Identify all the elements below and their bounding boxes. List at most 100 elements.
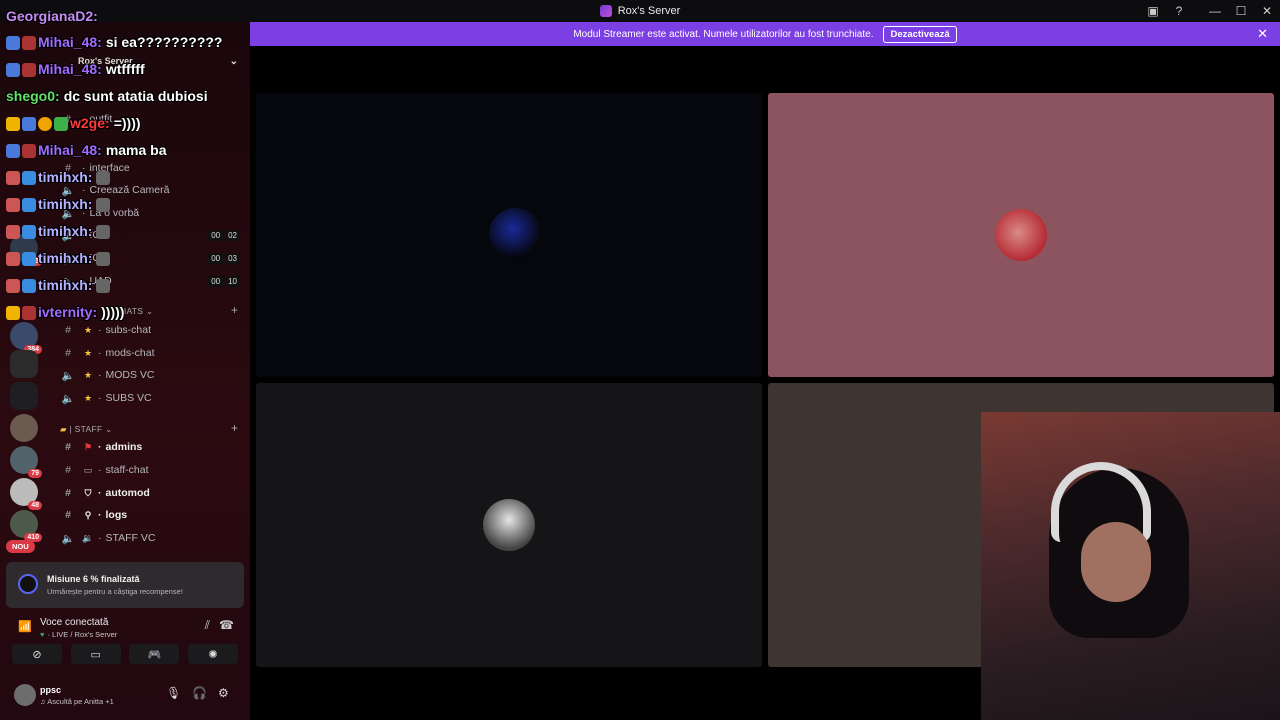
speaker-icon: 🔈 <box>61 369 75 382</box>
voice-panel: 📶 Voce conectată ♥ · LIVE / Rox's Server … <box>0 610 250 676</box>
channel-uad[interactable]: 🔈 · UAD 00 10 <box>60 271 240 291</box>
server-name: Rox's Server <box>78 56 133 66</box>
star-icon: ★ <box>83 369 93 380</box>
channel-staff-vc[interactable]: 🔈 🔉 · STAFF VC <box>60 528 155 548</box>
banner-text: Modul Streamer este activat. Numele util… <box>573 28 874 40</box>
camera-off-icon[interactable]: ⊘ <box>12 644 62 664</box>
speaker-small-icon: 🔉 <box>82 532 94 543</box>
channel-outfit[interactable]: # · outfit <box>60 109 112 129</box>
magnifier-icon: ⚲ <box>84 509 92 520</box>
microphone-icon[interactable]: 🎙 <box>166 686 181 700</box>
speaker-icon: 🔈 <box>61 184 75 197</box>
server-icon[interactable]: 55 <box>10 234 42 266</box>
text-channel-icon: # <box>65 509 71 521</box>
streamer-mode-banner: Modul Streamer este activat. Numele util… <box>250 22 1280 46</box>
text-channel-icon: # <box>65 441 71 453</box>
server-icon[interactable]: 79 <box>10 446 42 478</box>
headphones-icon[interactable]: 🎧 <box>192 686 207 700</box>
channel-staff-chat[interactable]: # ▭ · staff-chat <box>60 460 148 480</box>
server-badge: 79 <box>28 469 42 478</box>
mission-subtitle: Urmărește pentru a câștiga recompense! <box>47 587 183 596</box>
voice-status: Voce conectată <box>40 617 109 628</box>
sidebar: 384 79 48 410 55 NOU Rox's Server ⌄ # · ou… <box>0 22 250 720</box>
speaker-icon: 🔈 <box>61 229 75 242</box>
user-count: 00 10 <box>208 275 240 287</box>
speaker-icon: 🔈 <box>61 532 75 545</box>
speaker-icon: 🔈 <box>61 207 75 220</box>
window-controls: ▣ ? — ☐ ✕ <box>1140 0 1280 22</box>
text-channel-icon: # <box>65 487 71 499</box>
maximize-button[interactable]: ☐ <box>1228 0 1254 22</box>
server-icon[interactable]: 384 <box>10 322 42 354</box>
participant-tile[interactable] <box>256 383 762 667</box>
minimize-button[interactable]: — <box>1202 0 1228 22</box>
text-channel-icon: # <box>65 324 71 336</box>
star-icon: ★ <box>83 392 93 403</box>
category-hats[interactable]: HATS ⌄ <box>120 306 153 317</box>
soundboard-icon[interactable]: ✺ <box>187 644 238 664</box>
speaker-icon: 🔈 <box>61 252 75 265</box>
channel-logs[interactable]: # ⚲ · logs <box>60 505 127 525</box>
close-banner-icon[interactable]: ✕ <box>1257 26 1268 42</box>
channel-mods-vc[interactable]: 🔈 ★ · MODS VC <box>60 365 154 385</box>
voice-location: ♥ · LIVE / Rox's Server <box>40 630 118 639</box>
hourglass-server-icon[interactable] <box>10 350 38 378</box>
server-icon[interactable]: 410 <box>10 510 42 542</box>
channel-interface[interactable]: # · interface <box>60 158 130 178</box>
avatar[interactable] <box>14 684 36 706</box>
screen-share-icon[interactable]: ▭ <box>70 644 121 664</box>
add-channel-icon[interactable]: + <box>231 421 238 435</box>
shield-icon: ⛉ <box>84 487 92 498</box>
participant-tile[interactable] <box>256 93 762 377</box>
title-bar: Rox's Server ▣ ? — ☐ ✕ <box>0 0 1280 22</box>
speaker-icon: 🔈 <box>61 275 75 288</box>
user-count: 00 03 <box>208 252 240 264</box>
user-panel: ppsc ♫ Ascultă pe Anitta +1 🎙 🎧 ⚙ <box>0 682 250 720</box>
channel-admins[interactable]: # ⚑ · admins <box>60 437 142 457</box>
participant-avatar <box>995 209 1047 261</box>
gear-icon[interactable]: ⚙ <box>218 686 229 700</box>
channel-subs-vc[interactable]: 🔈 ★ · SUBS VC <box>60 388 151 408</box>
webcam-face <box>1081 522 1151 602</box>
server-icon[interactable] <box>10 414 38 442</box>
add-channel-icon[interactable]: + <box>231 303 238 317</box>
server-header[interactable]: Rox's Server ⌄ <box>50 50 250 72</box>
inbox-icon[interactable]: ▣ <box>1140 0 1166 22</box>
activity-icon[interactable]: 🎮 <box>129 644 180 664</box>
help-icon[interactable]: ? <box>1166 0 1192 22</box>
channel-io-2[interactable]: 🔈 · IO 00 03 <box>60 248 240 268</box>
mission-card[interactable]: Misiune 6 % finalizată Urmărește pentru … <box>6 562 244 608</box>
participant-tile[interactable] <box>768 93 1274 377</box>
signal-icon: 📶 <box>18 621 32 633</box>
chevron-down-icon: ⌄ <box>229 55 238 67</box>
text-channel-icon: # <box>65 347 71 359</box>
w2g-server-icon[interactable] <box>10 382 38 410</box>
participant-avatar <box>489 208 541 260</box>
user-name: ppsc <box>40 685 62 695</box>
noise-suppression-icon[interactable]: ⫽ <box>205 618 210 633</box>
disable-streamer-button[interactable]: Dezactivează <box>883 25 957 43</box>
channel-subs-chat[interactable]: # ★ · subs-chat <box>60 320 151 340</box>
star-icon: ★ <box>83 347 93 358</box>
channel-io-1[interactable]: 🔈 · IO 00 02 <box>60 225 240 245</box>
server-logo-icon <box>599 5 612 17</box>
star-icon: ★ <box>83 324 93 335</box>
user-status: ♫ Ascultă pe Anitta +1 <box>40 697 114 706</box>
channel-la-o-vorba[interactable]: 🔈 · La o vorbă <box>60 203 139 223</box>
close-window-button[interactable]: ✕ <box>1254 0 1280 22</box>
text-channel-icon: # <box>65 113 71 125</box>
disconnect-icon[interactable]: ☎ <box>219 618 234 632</box>
server-badge: 55 <box>28 257 42 266</box>
server-icon[interactable]: 48 <box>10 478 42 510</box>
speaker-icon: 🔈 <box>61 392 75 405</box>
text-channel-icon: # <box>65 464 71 476</box>
channel-creeaza-camera[interactable]: 🔈 · Creează Cameră <box>60 180 169 200</box>
folder-icon: ▰ <box>60 424 67 434</box>
mission-title: Misiune 6 % finalizată <box>47 574 140 584</box>
participant-avatar <box>483 499 535 551</box>
user-count: 00 02 <box>208 229 240 241</box>
channel-automod[interactable]: # ⛉ · automod <box>60 483 150 503</box>
channel-mods-chat[interactable]: # ★ · mods-chat <box>60 343 154 363</box>
window-title: Rox's Server <box>617 5 681 17</box>
category-staff[interactable]: ▰ | STAFF ⌄ <box>60 424 113 435</box>
